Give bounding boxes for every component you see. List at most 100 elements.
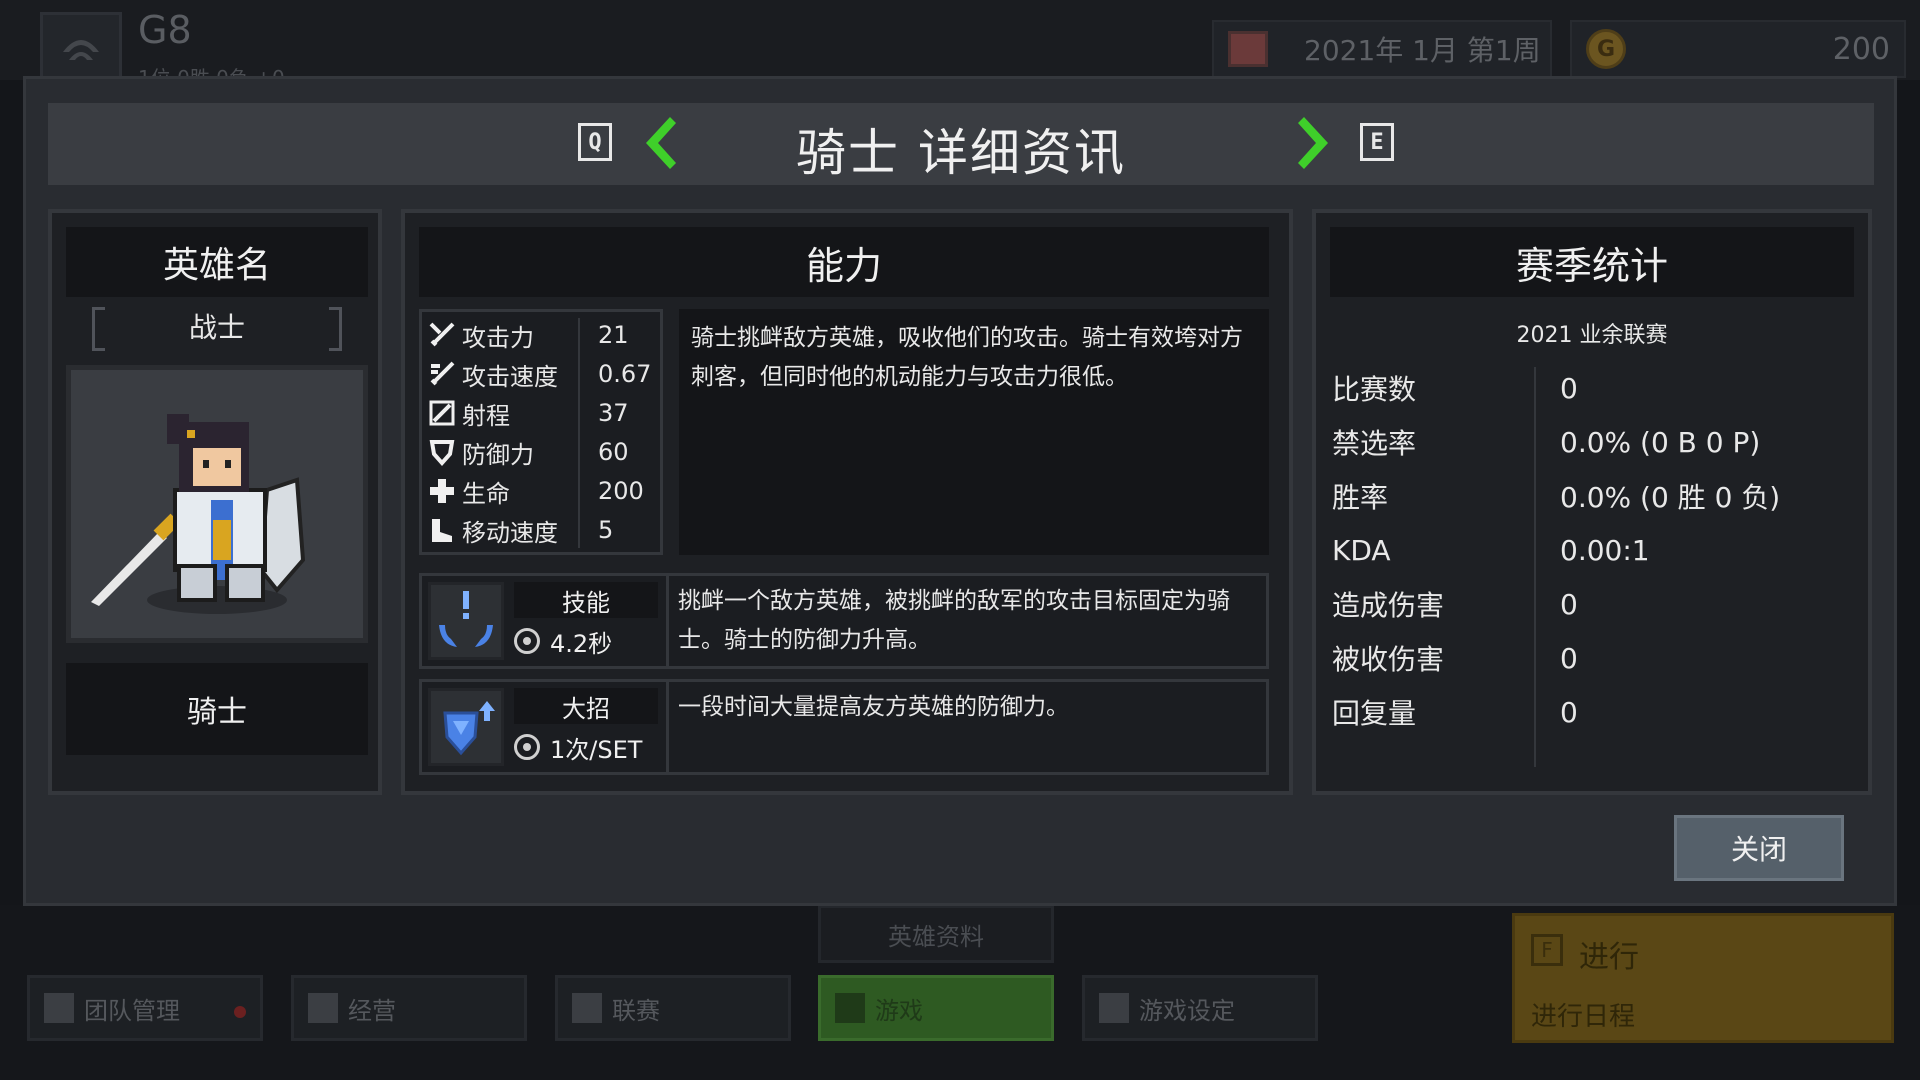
trophy-icon	[572, 993, 602, 1023]
hero-name: 骑士	[66, 663, 368, 755]
cooldown-value: 4.2秒	[550, 629, 613, 658]
clipboard-icon	[308, 993, 338, 1023]
modal-title: 骑士 详细资讯	[796, 124, 1126, 182]
stat-value: 5	[598, 516, 614, 544]
hero-data-tab[interactable]: 英雄资料	[818, 905, 1054, 963]
ability-panel: 能力 攻击力 21 攻击速度 0.67 射程 37 防御力 60 生命 200 …	[401, 209, 1293, 795]
hero-detail-modal: Q 骑士 详细资讯 E 英雄名 战士 骑士 能力 攻击力 21 攻击速度 0.6…	[23, 76, 1897, 906]
stat-value: 60	[598, 438, 629, 466]
nav-label: 团队管理	[84, 996, 180, 1025]
season-stat-label: KDA	[1332, 533, 1391, 567]
ability-panel-title: 能力	[419, 227, 1269, 297]
skill-label: 技能	[514, 582, 658, 618]
skill-icon	[428, 582, 504, 660]
season-stat-label: 比赛数	[1332, 373, 1417, 406]
season-stat-label: 回复量	[1332, 697, 1417, 730]
cooldown-icon	[514, 734, 540, 760]
stat-matches: 比赛数 0	[1332, 365, 1852, 411]
skill-divider	[666, 682, 669, 772]
range-icon	[429, 400, 455, 426]
league-name: 2021 业余联赛	[1516, 323, 1668, 348]
nav-label: 游戏	[875, 996, 923, 1025]
stat-ban-pick-rate: 禁选率 0.0% (0 B 0 P)	[1332, 419, 1852, 465]
season-stat-value: 0.0% (0 B 0 P)	[1560, 425, 1761, 459]
season-panel-title: 赛季统计	[1330, 227, 1854, 297]
sword-icon	[429, 322, 455, 347]
next-hero-arrow-icon[interactable]	[1296, 113, 1336, 173]
nav-management[interactable]: 经营	[291, 975, 527, 1041]
stat-value: 37	[598, 399, 629, 427]
season-stat-label: 被收伤害	[1332, 643, 1445, 676]
skill-divider	[666, 576, 669, 666]
season-stat-value: 0.0% (0 胜 0 负)	[1560, 481, 1781, 514]
taunt-skill-icon	[439, 591, 493, 647]
stat-value: 0.67	[598, 360, 652, 388]
close-button[interactable]: 关闭	[1674, 815, 1844, 881]
cooldown-icon	[514, 628, 540, 654]
stat-win-rate: 胜率 0.0% (0 胜 0 负)	[1332, 473, 1852, 519]
nav-league[interactable]: 联赛	[555, 975, 791, 1041]
cooldown-value: 1次/SET	[550, 735, 643, 764]
stat-row-attack-speed: 攻击速度 0.67	[428, 355, 660, 393]
season-stats-panel: 赛季统计 2021 业余联赛 比赛数 0 禁选率 0.0% (0 B 0 P) …	[1312, 209, 1872, 795]
stat-damage-taken: 被收伤害 0	[1332, 635, 1852, 681]
stat-label: 攻击力	[462, 323, 534, 352]
team-logo-icon	[63, 40, 99, 60]
defense-buff-ultimate-icon	[443, 701, 495, 756]
nav-label: 游戏设定	[1139, 996, 1235, 1025]
stat-label: 防御力	[462, 440, 534, 469]
stat-value: 21	[598, 321, 629, 349]
season-stat-value: 0	[1560, 587, 1578, 621]
skill-cooldown: 4.2秒	[514, 622, 658, 660]
stat-label: 生命	[462, 479, 510, 508]
ultimate-row: 大招 1次/SET 一段时间大量提高友方英雄的防御力。	[419, 679, 1269, 775]
stat-row-health: 生命 200	[428, 472, 660, 510]
modal-header: Q 骑士 详细资讯 E	[48, 103, 1874, 185]
season-stat-value: 0	[1560, 695, 1578, 729]
proceed-subtitle: 进行日程	[1531, 1002, 1636, 1032]
stat-value: 200	[598, 477, 644, 505]
nav-label: 联赛	[612, 996, 660, 1025]
skill-row: 技能 4.2秒 挑衅一个敌方英雄，被挑衅的敌军的攻击目标固定为骑士。骑士的防御力…	[419, 573, 1269, 669]
stat-row-defense: 防御力 60	[428, 433, 660, 471]
date-text: 2021年 1月 第1周	[1304, 34, 1541, 67]
hero-class: 战士	[92, 307, 342, 351]
season-stat-value: 0	[1560, 371, 1578, 405]
knight-sprite-icon	[91, 414, 306, 614]
attack-speed-icon	[430, 361, 455, 386]
hero-description: 骑士挑衅敌方英雄，吸收他们的攻击。骑士有效垮对方刺客，但同时他的机动能力与攻击力…	[679, 309, 1269, 555]
gear-icon	[1099, 993, 1129, 1023]
nav-game-settings[interactable]: 游戏设定	[1082, 975, 1318, 1041]
notification-dot	[234, 1006, 246, 1018]
proceed-title: 进行	[1579, 940, 1639, 975]
ultimate-description: 一段时间大量提高友方英雄的防御力。	[678, 694, 1069, 720]
hero-panel: 英雄名 战士 骑士	[48, 209, 382, 795]
team-logo	[40, 12, 122, 80]
gold-display: G 200	[1570, 20, 1906, 78]
key-hint-f: F	[1531, 934, 1563, 966]
gold-amount: 200	[1832, 31, 1890, 67]
proceed-button[interactable]: F 进行 进行日程	[1512, 913, 1894, 1043]
season-stat-label: 禁选率	[1332, 427, 1417, 460]
stat-healing: 回复量 0	[1332, 689, 1852, 735]
team-name: G8	[138, 8, 192, 52]
shield-icon	[44, 993, 74, 1023]
boot-icon	[432, 519, 452, 542]
stat-label: 射程	[462, 401, 510, 430]
key-hint-e: E	[1360, 123, 1394, 161]
skill-description: 挑衅一个敌方英雄，被挑衅的敌军的攻击目标固定为骑士。骑士的防御力升高。	[678, 588, 1230, 653]
nav-game[interactable]: 游戏	[818, 975, 1054, 1041]
stat-row-attack: 攻击力 21	[428, 316, 660, 354]
nav-label: 经营	[348, 996, 396, 1025]
ultimate-cooldown: 1次/SET	[514, 728, 658, 766]
hero-panel-title: 英雄名	[66, 227, 368, 297]
hero-portrait	[66, 365, 368, 643]
stat-damage-dealt: 造成伤害 0	[1332, 581, 1852, 627]
stats-table: 攻击力 21 攻击速度 0.67 射程 37 防御力 60 生命 200 移动速…	[419, 309, 663, 555]
nav-team-management[interactable]: 团队管理	[27, 975, 263, 1041]
stat-label: 移动速度	[462, 518, 558, 547]
date-display: 2021年 1月 第1周	[1212, 20, 1552, 78]
stat-kda: KDA 0.00:1	[1332, 527, 1852, 573]
shield-defense-icon	[429, 440, 455, 466]
stat-row-move-speed: 移动速度 5	[428, 511, 660, 549]
